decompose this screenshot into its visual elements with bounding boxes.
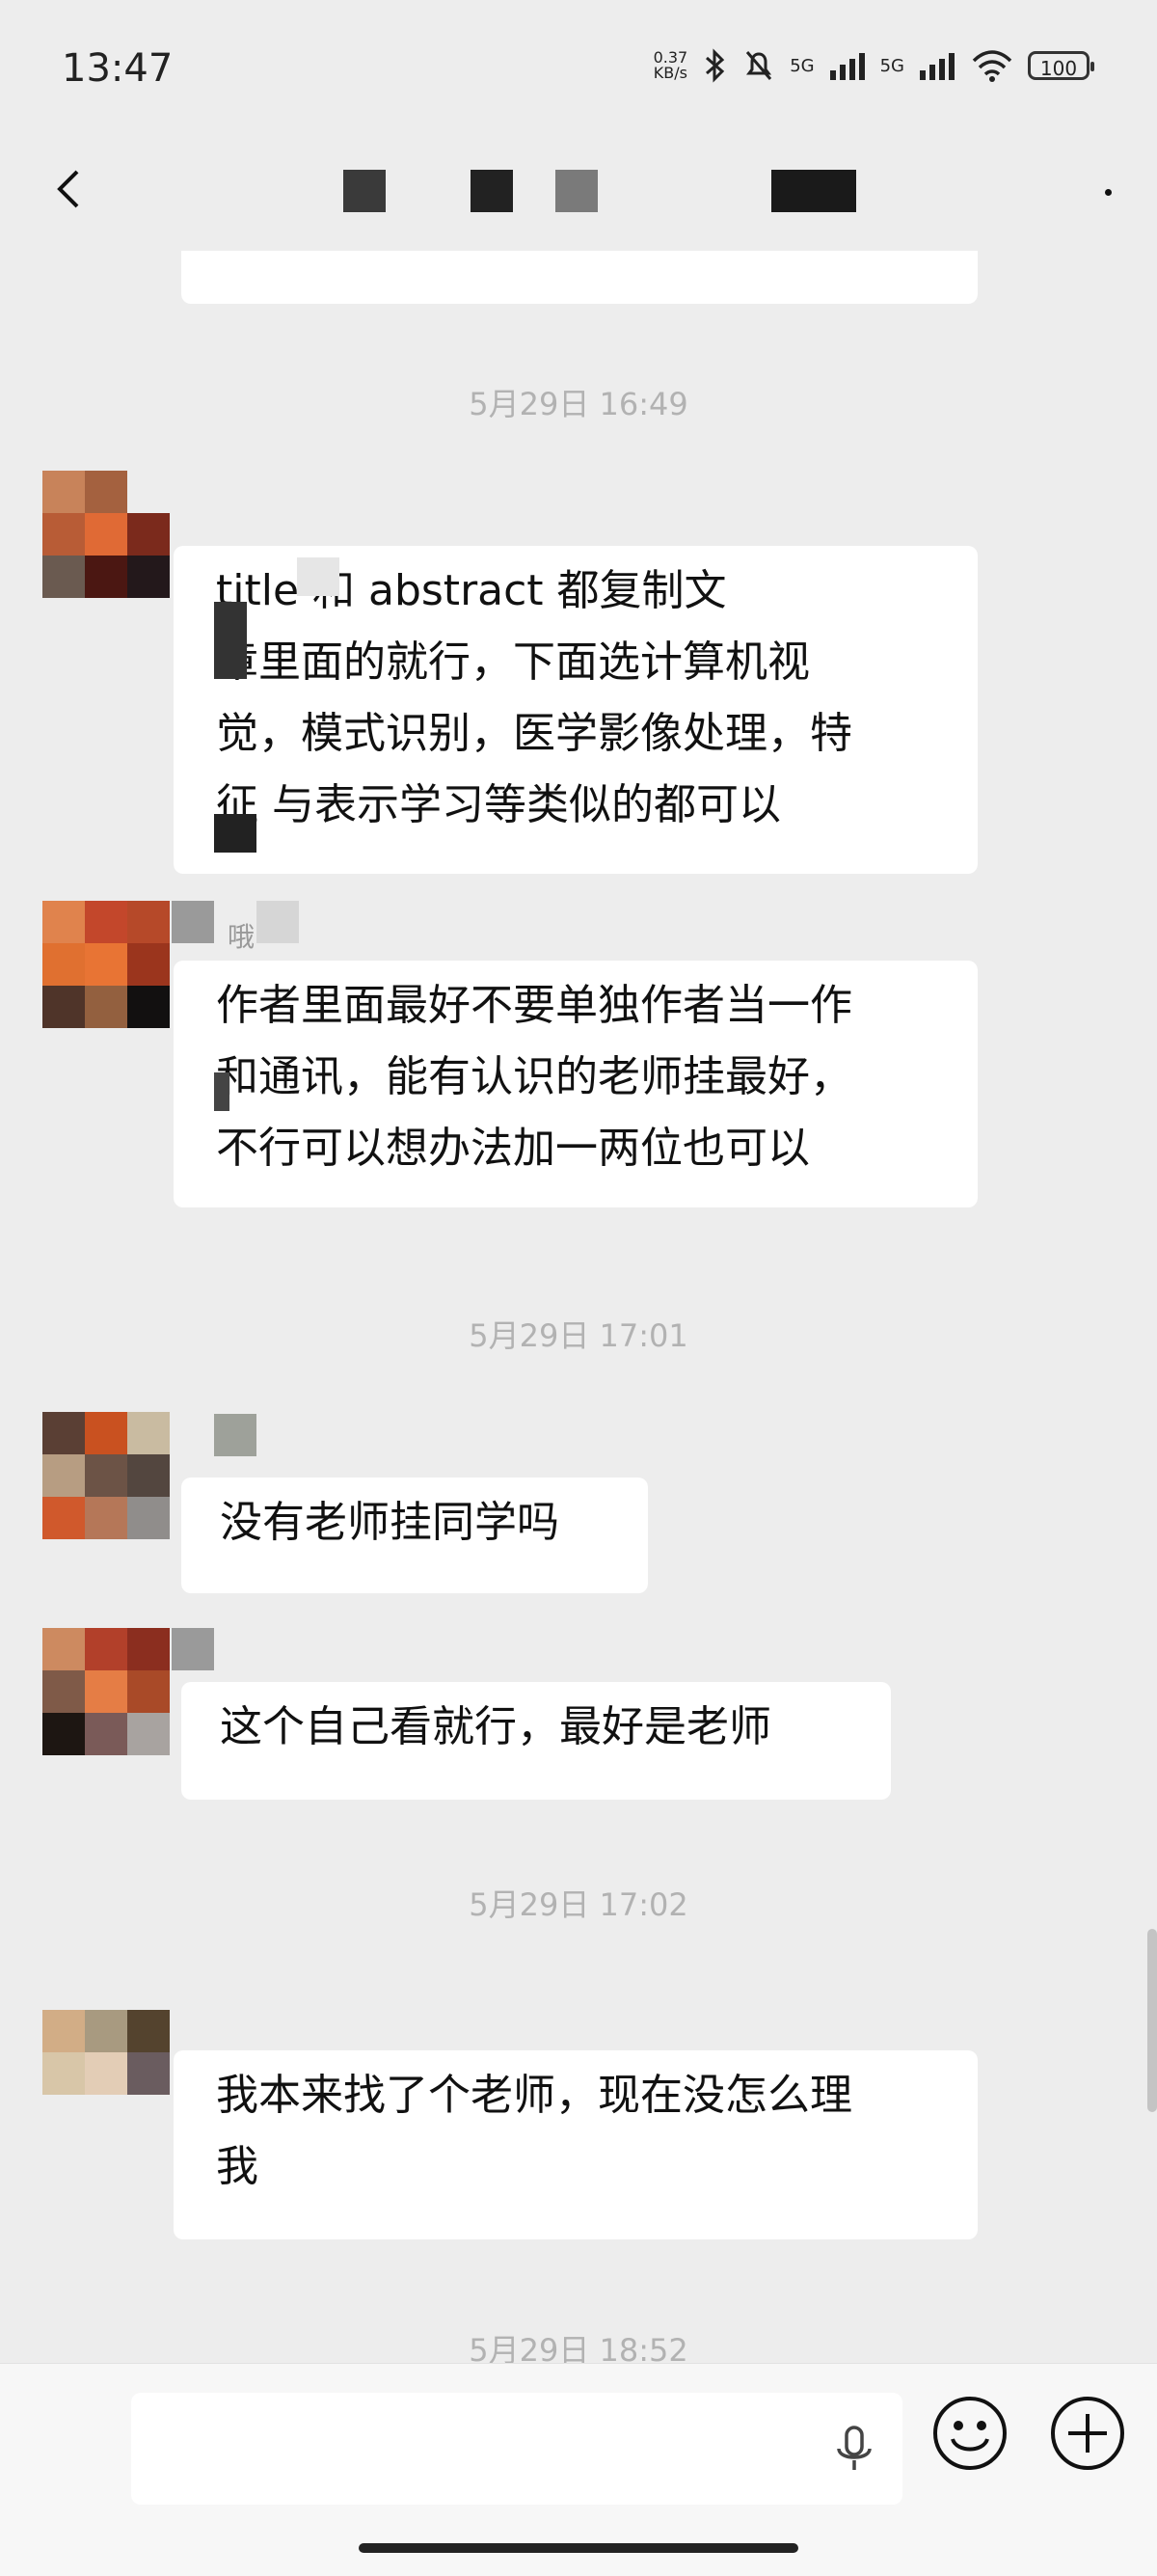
more-dot-icon	[1105, 189, 1112, 196]
scrollbar-thumb[interactable]	[1147, 1929, 1157, 2112]
timestamp: 5月29日 18:52	[469, 2332, 688, 2363]
chat-title-redacted	[471, 170, 513, 212]
timestamp: 5月29日 17:02	[469, 1886, 688, 1923]
message-input[interactable]	[131, 2393, 902, 2505]
message-line: 没有老师挂同学吗	[220, 1498, 559, 1547]
status-icons: 0.37 KB/s 5G 5G 100	[654, 48, 1094, 83]
home-indicator[interactable]	[359, 2543, 798, 2553]
wifi-icon	[972, 50, 1012, 82]
redaction-block	[297, 557, 339, 596]
message-bubble[interactable]: 这个自己看就行，最好是老师	[181, 1682, 891, 1800]
avatar[interactable]	[42, 2010, 170, 2095]
emoji-smile-icon[interactable]	[929, 2393, 1010, 2474]
input-bar	[0, 2363, 1157, 2576]
message-line: 觉，模式识别，医学影像处理，特	[216, 709, 852, 758]
battery-indicator: 100	[1028, 51, 1094, 80]
chat-message-list[interactable]: 5月29日 16:49 title 和 abstract 都复制文 章里面的就行…	[0, 251, 1157, 2363]
mute-bell-icon	[746, 51, 772, 80]
redaction-block	[214, 1072, 229, 1111]
message-line: 不行可以想办法加一两位也可以	[216, 1124, 810, 1173]
avatar[interactable]	[42, 1628, 170, 1755]
chat-title-redacted	[555, 170, 598, 212]
message-bubble[interactable]: 没有老师挂同学吗	[181, 1478, 648, 1593]
signal1-label: 5G	[790, 55, 815, 76]
status-bar: 13:47 0.37 KB/s 5G 5G 100	[0, 0, 1157, 135]
network-speed-unit: KB/s	[653, 64, 687, 82]
message-line: 和通讯，能有认识的老师挂最好，	[216, 1052, 852, 1101]
timestamp: 5月29日 17:01	[469, 1317, 688, 1354]
signal2-label: 5G	[879, 55, 904, 76]
plus-circle-icon[interactable]	[1047, 2393, 1128, 2474]
message-bubble[interactable]: 作者里面最好不要单独作者当一作 和通讯，能有认识的老师挂最好， 不行可以想办法加…	[174, 961, 978, 1207]
signal-strength-icon	[829, 53, 865, 80]
timestamp: 5月29日 16:49	[469, 386, 688, 422]
message-bubble[interactable]: title 和 abstract 都复制文 章里面的就行，下面选计算机视 觉，模…	[174, 546, 978, 874]
nickname-redacted	[172, 1628, 214, 1670]
message-line: 征 与表示学习等类似的都可以	[216, 780, 781, 829]
bluetooth-icon	[706, 48, 725, 83]
network-speed: 0.37 KB/s	[654, 50, 688, 81]
avatar[interactable]	[42, 1412, 170, 1539]
back-button[interactable]	[39, 154, 96, 222]
nickname-redacted	[214, 1414, 256, 1456]
avatar[interactable]	[42, 471, 170, 598]
microphone-icon[interactable]	[827, 2422, 881, 2476]
message-line: 这个自己看就行，最好是老师	[220, 1702, 771, 1751]
signal-strength-icon	[920, 53, 955, 80]
avatar[interactable]	[42, 901, 170, 1028]
more-button[interactable]	[1090, 174, 1128, 212]
chevron-left-icon	[57, 170, 79, 208]
message-bubble-partial[interactable]	[181, 251, 978, 304]
message-line: 我本来找了个老师，现在没怎么理	[216, 2071, 852, 2120]
sender-nickname: 哦	[228, 921, 256, 953]
message-line: 我	[216, 2142, 258, 2191]
message-line: 作者里面最好不要单独作者当一作	[216, 981, 852, 1030]
chat-header	[0, 135, 1157, 251]
status-time: 13:47	[62, 46, 174, 91]
chat-title-redacted	[343, 170, 386, 212]
redaction-block	[214, 602, 247, 679]
redaction-block	[214, 814, 256, 853]
message-line: 章里面的就行，下面选计算机视	[216, 637, 810, 687]
chat-title-redacted	[771, 170, 856, 212]
message-bubble[interactable]: 我本来找了个老师，现在没怎么理 我	[174, 2050, 978, 2239]
